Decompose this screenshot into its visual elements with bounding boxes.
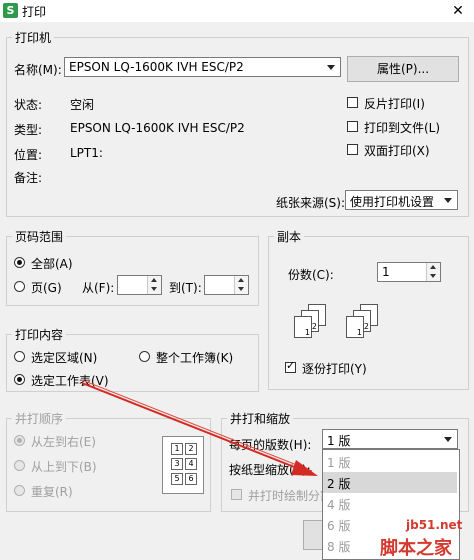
annotation-arrow-icon [81, 379, 318, 476]
watermark-brand: 脚本之家 [380, 538, 452, 559]
watermark-site: jb51.net [406, 518, 463, 532]
